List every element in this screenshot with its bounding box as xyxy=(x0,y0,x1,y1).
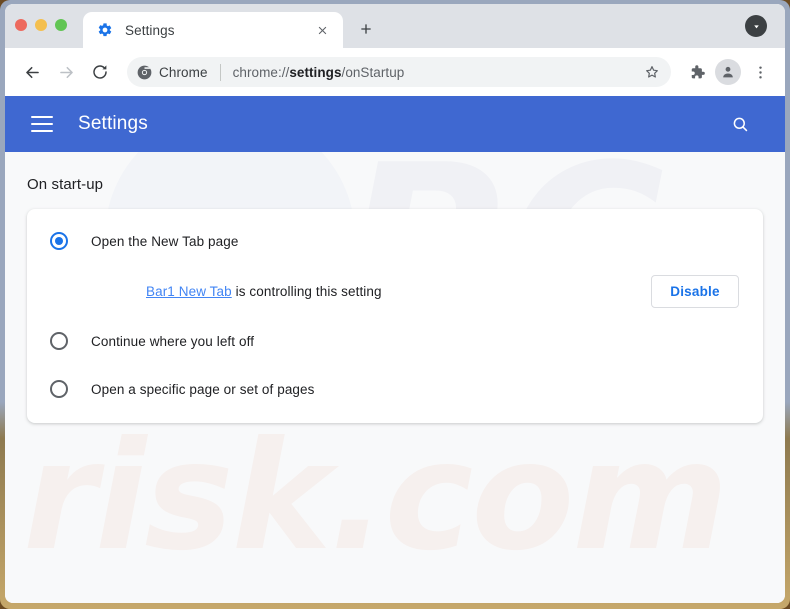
hamburger-bar xyxy=(31,116,53,118)
window-minimize-button[interactable] xyxy=(35,19,47,31)
close-icon[interactable] xyxy=(311,19,333,41)
url-prefix: chrome:// xyxy=(232,64,290,80)
chrome-brand-label: Chrome xyxy=(159,64,208,80)
tab-strip: Settings xyxy=(5,4,785,48)
section-title: On start-up xyxy=(27,176,104,193)
extension-controlled-notice: Bar1 New Tab is controlling this setting… xyxy=(27,265,763,317)
radio-option-new-tab-page[interactable]: Open the New Tab page xyxy=(27,217,763,265)
url-suffix: /onStartup xyxy=(341,64,405,80)
extension-controlled-suffix: is controlling this setting xyxy=(231,283,382,299)
reload-icon xyxy=(93,65,107,79)
browser-tab-settings[interactable]: Settings xyxy=(83,12,343,48)
settings-search-button[interactable] xyxy=(725,109,755,139)
new-tab-button[interactable] xyxy=(349,12,383,46)
radio-button-specific-pages[interactable] xyxy=(50,380,68,398)
download-indicator-icon[interactable] xyxy=(745,15,767,37)
radio-label-new-tab-page: Open the New Tab page xyxy=(91,233,239,249)
hamburger-bar xyxy=(31,130,53,132)
window-close-button[interactable] xyxy=(15,19,27,31)
hamburger-bar xyxy=(31,123,53,125)
address-bar-url[interactable]: chrome://settings/onStartup xyxy=(233,65,639,80)
puzzle-icon xyxy=(691,64,705,78)
url-highlight: settings xyxy=(289,64,342,80)
page-title: Settings xyxy=(78,113,148,134)
address-bar[interactable]: Chrome chrome://settings/onStartup xyxy=(127,57,671,87)
arrow-left-icon xyxy=(25,66,39,78)
plus-icon xyxy=(361,24,371,34)
settings-header-bar: Settings xyxy=(5,96,785,152)
radio-button-new-tab-page[interactable] xyxy=(50,232,68,250)
window-frame: Settings Chrome chrome://settings/onStar… xyxy=(0,0,790,609)
back-button[interactable] xyxy=(17,57,47,87)
forward-button[interactable] xyxy=(51,57,81,87)
disable-button[interactable]: Disable xyxy=(651,274,739,308)
close-icon-glyph xyxy=(318,26,326,34)
scrollbar[interactable] xyxy=(781,152,785,603)
star-icon xyxy=(646,66,658,78)
gear-icon xyxy=(98,23,112,37)
avatar-icon xyxy=(723,66,733,78)
chrome-menu-button[interactable] xyxy=(745,57,775,87)
browser-toolbar: Chrome chrome://settings/onStartup xyxy=(5,48,785,96)
radio-label-continue: Continue where you left off xyxy=(91,333,255,349)
omnibox-divider xyxy=(219,63,221,81)
extensions-button[interactable] xyxy=(681,57,711,87)
profile-avatar-button[interactable] xyxy=(715,59,741,85)
chevron-down-icon xyxy=(753,24,759,28)
traffic-lights xyxy=(15,4,67,48)
reload-button[interactable] xyxy=(85,57,115,87)
tab-title: Settings xyxy=(125,22,175,38)
extension-controlled-text: Bar1 New Tab is controlling this setting xyxy=(146,284,651,299)
chrome-logo-icon xyxy=(137,65,152,79)
radio-option-continue[interactable]: Continue where you left off xyxy=(27,317,763,365)
bookmark-star-icon[interactable] xyxy=(639,59,665,85)
kebab-menu-icon xyxy=(758,65,762,79)
watermark-bottom-text: risk.com xyxy=(23,410,729,584)
startup-options-card: Open the New Tab page Bar1 New Tab is co… xyxy=(27,209,763,423)
chrome-brand-chip: Chrome xyxy=(137,65,208,80)
search-icon xyxy=(733,117,747,131)
hamburger-icon[interactable] xyxy=(31,116,53,132)
radio-label-specific-pages: Open a specific page or set of pages xyxy=(91,381,315,397)
radio-button-continue[interactable] xyxy=(50,332,68,350)
settings-content: PC risk.com On start-up Open the New Tab… xyxy=(5,152,785,603)
browser-window: Settings Chrome chrome://settings/onStar… xyxy=(5,4,785,603)
arrow-right-icon xyxy=(59,66,73,78)
extension-link[interactable]: Bar1 New Tab xyxy=(146,284,232,299)
radio-option-specific-pages[interactable]: Open a specific page or set of pages xyxy=(27,365,763,413)
window-zoom-button[interactable] xyxy=(55,19,67,31)
